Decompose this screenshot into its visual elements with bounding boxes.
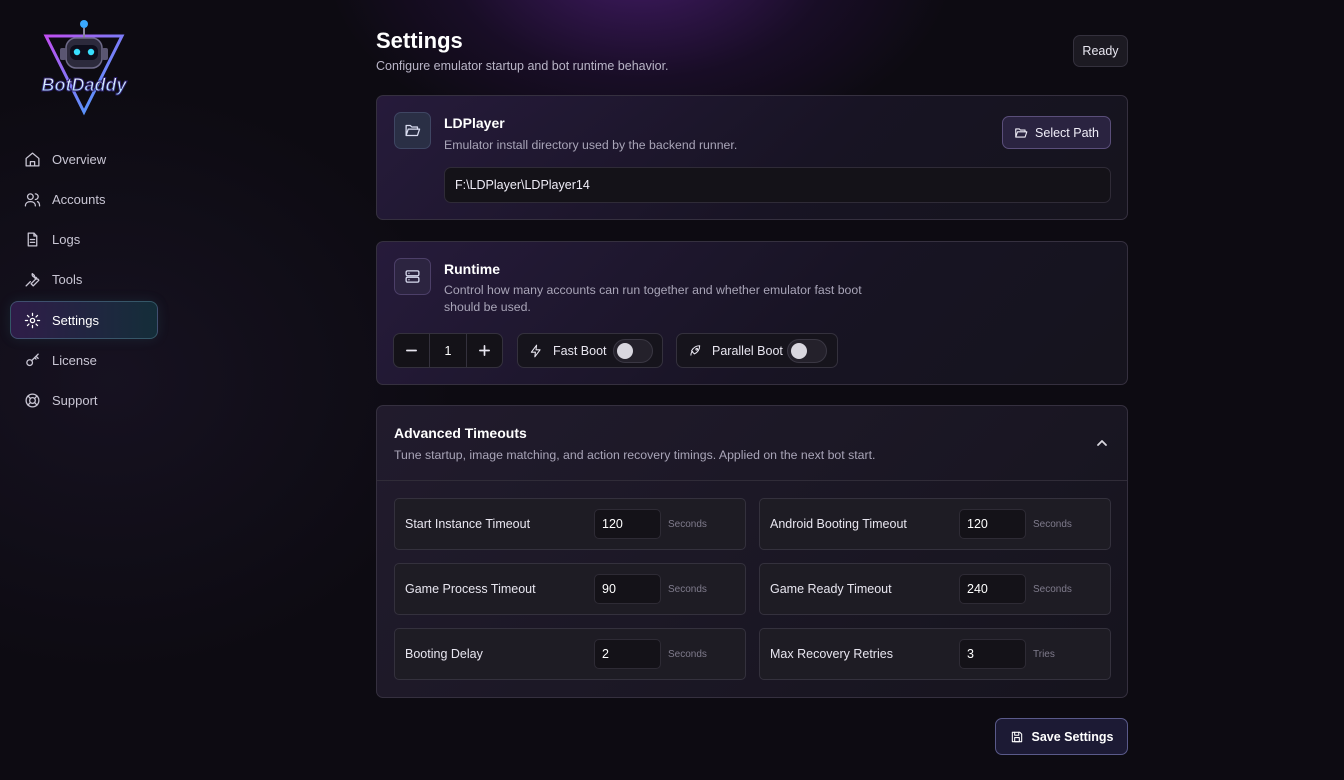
save-settings-button[interactable]: Save Settings: [995, 718, 1128, 755]
field-label: Booting Delay: [405, 647, 483, 661]
select-path-label: Select Path: [1035, 125, 1099, 140]
home-icon: [25, 151, 40, 167]
field-label: Game Ready Timeout: [770, 582, 892, 596]
field-label: Android Booting Timeout: [770, 517, 907, 531]
plus-icon: [479, 345, 491, 356]
timeout-field-game-process: Game Process Timeout Seconds: [394, 563, 746, 615]
field-unit: Seconds: [1033, 584, 1072, 595]
parallel-boot-switch[interactable]: [787, 339, 827, 363]
minus-icon: [405, 349, 417, 352]
fast-boot-label: Fast Boot: [553, 343, 607, 358]
start-instance-timeout-input[interactable]: [594, 509, 661, 539]
sidebar-item-label: Tools: [52, 272, 83, 288]
users-icon: [24, 192, 41, 207]
sidebar-item-label: Logs: [52, 232, 81, 248]
page-title: Settings: [376, 28, 463, 53]
logo-text: BotDaddy: [42, 75, 128, 95]
sidebar-item-overview[interactable]: Overview: [10, 140, 158, 178]
select-path-button[interactable]: Select Path: [1002, 116, 1111, 149]
android-booting-timeout-input[interactable]: [959, 509, 1026, 539]
field-unit: Seconds: [668, 584, 707, 595]
max-recovery-retries-input[interactable]: [959, 639, 1026, 669]
chevron-up-icon[interactable]: [1095, 436, 1109, 450]
lightning-icon: [530, 344, 541, 357]
sidebar-item-accounts[interactable]: Accounts: [10, 180, 158, 218]
advanced-timeouts-card: Advanced Timeouts Tune startup, image ma…: [376, 405, 1128, 698]
timeout-field-game-ready: Game Ready Timeout Seconds: [759, 563, 1111, 615]
field-unit: Seconds: [668, 649, 707, 660]
page-subtitle: Configure emulator startup and bot runti…: [376, 59, 669, 73]
timeout-field-android-booting: Android Booting Timeout Seconds: [759, 498, 1111, 550]
game-process-timeout-input[interactable]: [594, 574, 661, 604]
sidebar-item-label: Overview: [52, 151, 107, 167]
sidebar-item-tools[interactable]: Tools: [10, 261, 158, 299]
field-unit: Tries: [1033, 649, 1055, 660]
runtime-description: Control how many accounts can run togeth…: [444, 282, 862, 316]
sidebar-item-label: Accounts: [52, 191, 106, 207]
timeout-field-start-instance: Start Instance Timeout Seconds: [394, 498, 746, 550]
sidebar-item-logs[interactable]: Logs: [10, 221, 158, 259]
sidebar-item-label: License: [52, 352, 97, 368]
game-ready-timeout-input[interactable]: [959, 574, 1026, 604]
sidebar-item-settings[interactable]: Settings: [10, 301, 158, 340]
ldplayer-path-input[interactable]: [444, 167, 1111, 203]
runtime-card: Runtime Control how many accounts can ru…: [376, 241, 1128, 385]
save-icon: [1011, 731, 1022, 742]
runtime-description-line-1: Control how many accounts can run togeth…: [444, 283, 862, 297]
runtime-description-line-2: should be used.: [444, 300, 531, 314]
runtime-icon-box: [394, 258, 431, 295]
timeout-field-max-recovery: Max Recovery Retries Tries: [759, 628, 1111, 680]
save-settings-label: Save Settings: [1031, 729, 1114, 744]
sidebar-nav: Overview Accounts Logs Tools Settings Li…: [10, 140, 158, 422]
decrement-button[interactable]: [394, 334, 429, 367]
switch-knob: [617, 343, 633, 359]
field-unit: Seconds: [1033, 519, 1072, 530]
instance-count-value[interactable]: 1: [428, 334, 468, 367]
increment-button[interactable]: [467, 334, 502, 367]
switch-knob: [791, 343, 807, 359]
sidebar-item-label: Support: [52, 393, 98, 409]
rocket-icon: [690, 344, 701, 356]
sidebar: BotDaddy Overview Accounts Logs Tools Se…: [0, 0, 170, 780]
timeout-field-booting-delay: Booting Delay Seconds: [394, 628, 746, 680]
advanced-description: Tune startup, image matching, and action…: [394, 448, 876, 462]
folder-open-icon: [405, 124, 421, 137]
sidebar-item-label: Settings: [52, 312, 99, 328]
sidebar-item-license[interactable]: License: [10, 341, 158, 379]
key-icon: [26, 353, 39, 367]
field-unit: Seconds: [668, 519, 707, 530]
fast-boot-switch[interactable]: [613, 339, 653, 363]
botdaddy-logo[interactable]: BotDaddy: [38, 18, 130, 116]
divider: [377, 480, 1127, 481]
gear-icon: [24, 312, 41, 328]
field-label: Start Instance Timeout: [405, 517, 531, 531]
fast-boot-toggle-group: Fast Boot: [517, 333, 663, 368]
parallel-boot-toggle-group: Parallel Boot: [676, 333, 838, 368]
wrench-icon: [25, 273, 40, 287]
runtime-title: Runtime: [444, 261, 500, 277]
field-label: Max Recovery Retries: [770, 647, 893, 661]
advanced-title: Advanced Timeouts: [394, 425, 527, 441]
ldplayer-icon-box: [394, 112, 431, 149]
ldplayer-title: LDPlayer: [444, 115, 505, 131]
status-badge: Ready: [1073, 35, 1128, 67]
ldplayer-card: LDPlayer Emulator install directory used…: [376, 95, 1128, 220]
folder-open-icon: [1015, 127, 1028, 138]
field-label: Game Process Timeout: [405, 582, 536, 596]
file-text-icon: [27, 232, 38, 247]
booting-delay-input[interactable]: [594, 639, 661, 669]
parallel-boot-label: Parallel Boot: [712, 343, 783, 358]
server-icon: [405, 270, 420, 283]
ldplayer-description: Emulator install directory used by the b…: [444, 138, 738, 152]
sidebar-item-support[interactable]: Support: [10, 382, 158, 420]
lifebuoy-icon: [25, 393, 40, 408]
instance-count-stepper: 1: [393, 333, 503, 368]
